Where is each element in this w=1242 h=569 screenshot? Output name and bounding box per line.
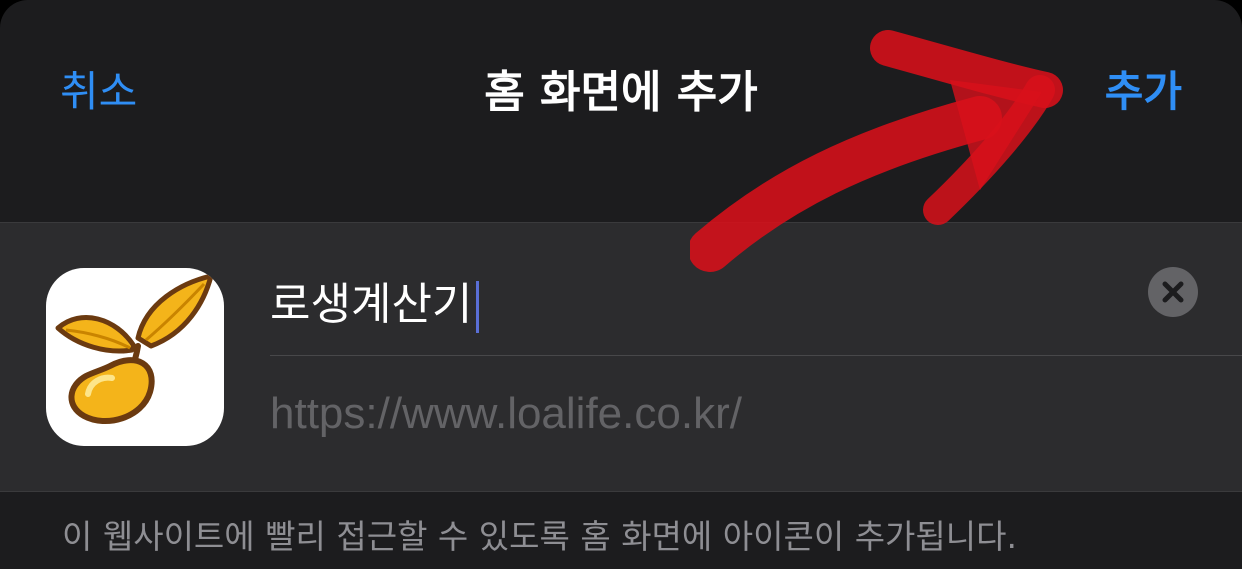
bookmark-card: 로생계산기 https://www.loalife.co.kr/ [0, 222, 1242, 492]
add-to-home-screen-sheet: 취소 홈 화면에 추가 추가 로생계산기 https://www.loalife… [0, 0, 1242, 569]
sprout-app-icon [46, 268, 224, 446]
page-title: 홈 화면에 추가 [484, 67, 758, 118]
bookmark-url: https://www.loalife.co.kr/ [270, 389, 742, 438]
field-divider [270, 355, 1242, 356]
bookmark-name-field[interactable]: 로생계산기 [270, 255, 1200, 355]
add-button[interactable]: 추가 [1105, 58, 1182, 119]
clear-icon [1162, 281, 1184, 303]
navigation-bar: 취소 홈 화면에 추가 추가 [0, 0, 1242, 222]
bookmark-name-value: 로생계산기 [270, 279, 473, 330]
footer-description: 이 웹사이트에 빨리 접근할 수 있도록 홈 화면에 아이콘이 추가됩니다. [62, 517, 1017, 556]
text-caret [476, 281, 480, 333]
clear-name-button[interactable] [1148, 267, 1198, 317]
